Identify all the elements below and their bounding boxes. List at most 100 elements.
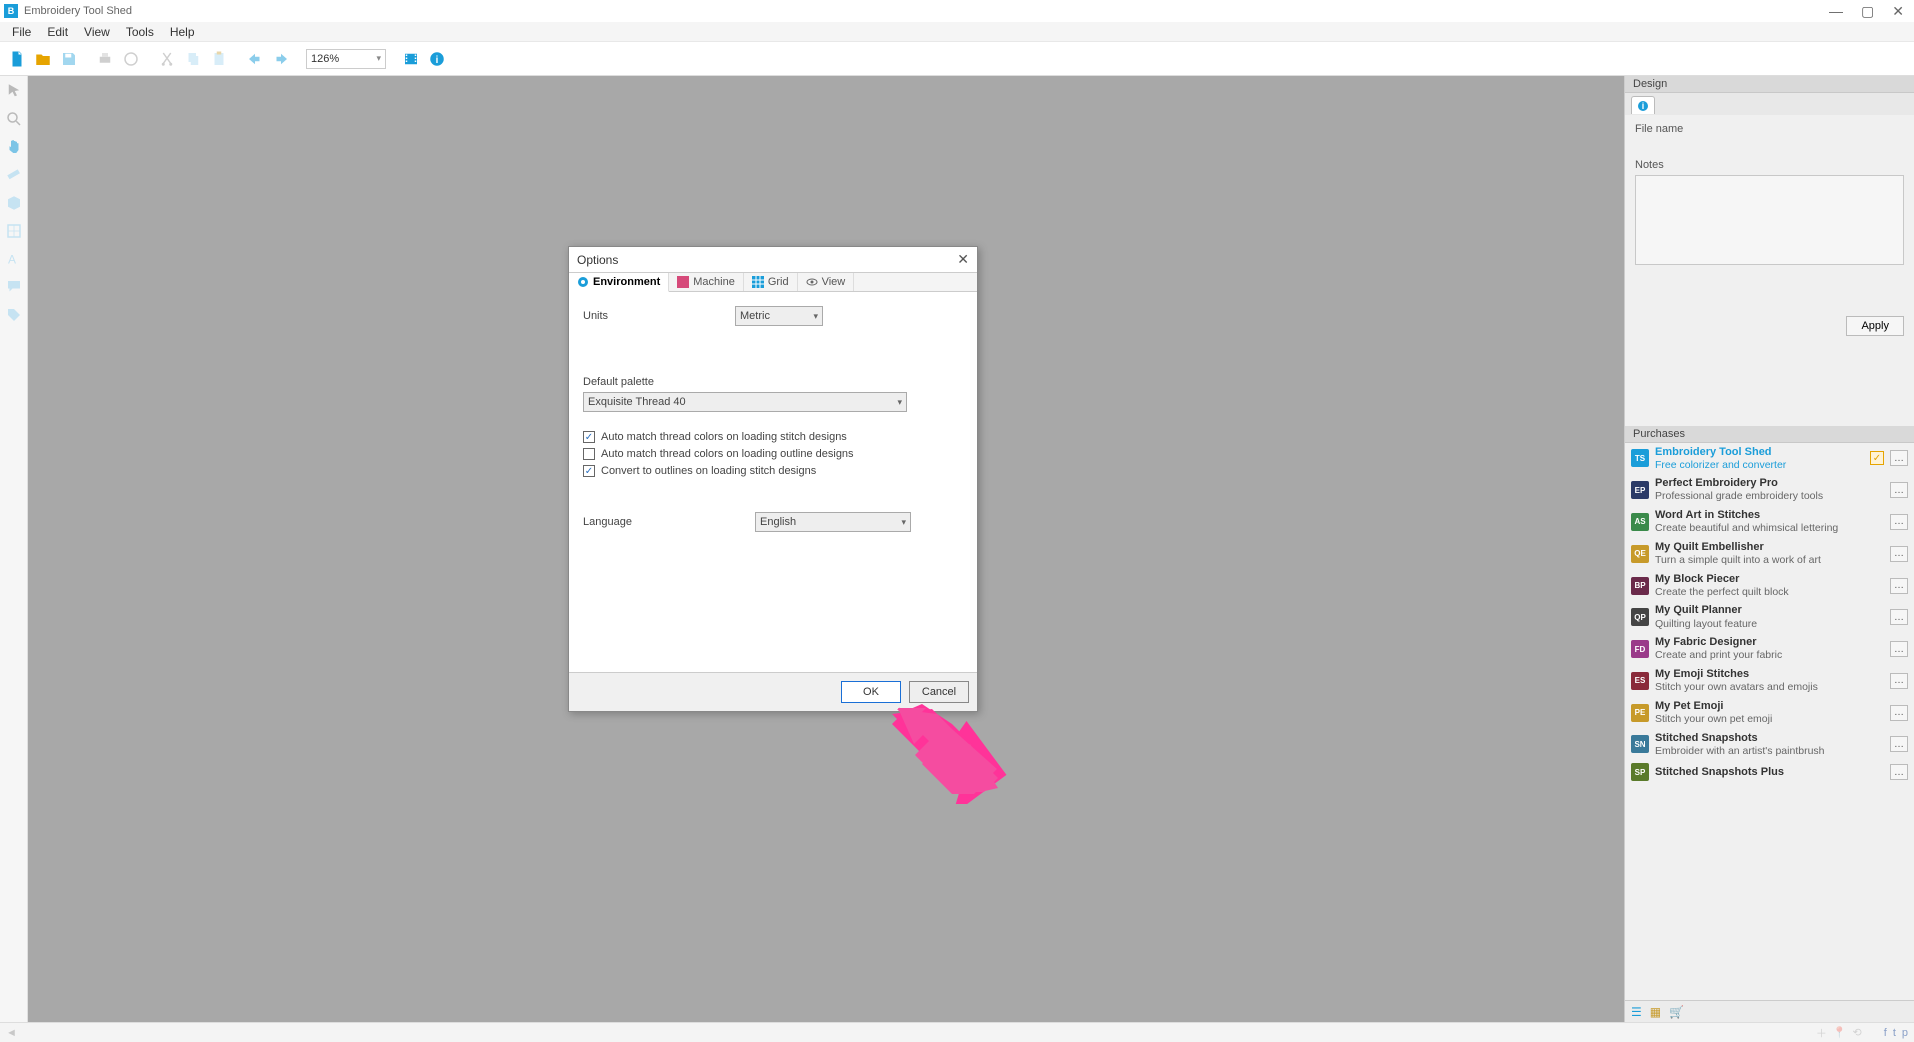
purchase-item[interactable]: QPMy Quilt PlannerQuilting layout featur… — [1625, 601, 1914, 633]
purchase-more-button[interactable]: … — [1890, 705, 1908, 721]
window-close-icon[interactable]: ✕ — [1892, 3, 1904, 20]
annotation-arrow-icon — [892, 704, 1012, 804]
purchase-item[interactable]: QEMy Quilt EmbellisherTurn a simple quil… — [1625, 538, 1914, 570]
purchase-title: Perfect Embroidery Pro — [1655, 477, 1884, 490]
purchase-icon: SP — [1631, 763, 1649, 781]
purchase-item[interactable]: BPMy Block PiecerCreate the perfect quil… — [1625, 570, 1914, 602]
purchase-icon: FD — [1631, 640, 1649, 658]
language-select[interactable]: English — [755, 512, 911, 532]
purchase-title: Word Art in Stitches — [1655, 509, 1884, 522]
cancel-button[interactable]: Cancel — [909, 681, 969, 703]
purchase-desc: Create and print your fabric — [1655, 649, 1884, 662]
tab-environment[interactable]: Environment — [569, 273, 669, 292]
purchase-more-button[interactable]: … — [1890, 609, 1908, 625]
tab-view[interactable]: View — [798, 273, 855, 291]
film-icon[interactable] — [400, 48, 422, 70]
left-toolbar: A — [0, 76, 28, 1022]
purchases-list[interactable]: TSEmbroidery Tool ShedFree colorizer and… — [1625, 443, 1914, 1001]
grid-view-icon[interactable]: ▦ — [1650, 1005, 1661, 1019]
save-icon[interactable] — [58, 48, 80, 70]
purchase-more-button[interactable]: … — [1890, 450, 1908, 466]
purchase-text: Embroidery Tool ShedFree colorizer and c… — [1655, 446, 1864, 472]
zoom-icon[interactable] — [3, 108, 25, 130]
purchase-more-button[interactable]: … — [1890, 673, 1908, 689]
status-plus-icon[interactable]: ＋ — [1816, 1025, 1827, 1041]
ruler-icon[interactable] — [3, 164, 25, 186]
purchase-item[interactable]: ASWord Art in StitchesCreate beautiful a… — [1625, 506, 1914, 538]
tab-machine-label: Machine — [693, 276, 735, 288]
palette-select[interactable]: Exquisite Thread 40 — [583, 392, 907, 412]
purchase-item[interactable]: SPStitched Snapshots Plus✓… — [1625, 760, 1914, 784]
web-icon[interactable] — [120, 48, 142, 70]
paste-icon[interactable] — [208, 48, 230, 70]
units-select[interactable]: Metric — [735, 306, 823, 326]
facebook-icon[interactable]: f — [1884, 1027, 1887, 1039]
pan-icon[interactable] — [3, 136, 25, 158]
checkbox-auto-match-stitch[interactable]: ✓ — [583, 431, 595, 443]
menu-edit[interactable]: Edit — [39, 23, 76, 41]
purchase-item[interactable]: EPPerfect Embroidery ProProfessional gra… — [1625, 474, 1914, 506]
pointer-icon[interactable] — [3, 80, 25, 102]
purchase-item[interactable]: FDMy Fabric DesignerCreate and print you… — [1625, 633, 1914, 665]
apply-button[interactable]: Apply — [1846, 316, 1904, 336]
tab-machine[interactable]: Machine — [669, 273, 744, 291]
status-refresh-icon[interactable]: ⟲ — [1853, 1026, 1862, 1039]
chat-icon[interactable] — [3, 276, 25, 298]
cart-icon[interactable]: 🛒 — [1669, 1005, 1684, 1019]
redo-icon[interactable] — [270, 48, 292, 70]
menu-view[interactable]: View — [76, 23, 118, 41]
open-file-icon[interactable] — [32, 48, 54, 70]
palette-label: Default palette — [583, 376, 963, 388]
purchase-item[interactable]: PEMy Pet EmojiStitch your own pet emoji✓… — [1625, 697, 1914, 729]
notes-textarea[interactable] — [1635, 175, 1904, 265]
units-value: Metric — [740, 310, 770, 322]
language-value: English — [760, 516, 796, 528]
cube-icon[interactable] — [3, 192, 25, 214]
purchase-more-button[interactable]: … — [1890, 482, 1908, 498]
copy-icon[interactable] — [182, 48, 204, 70]
tab-grid-label: Grid — [768, 276, 789, 288]
purchase-item[interactable]: ESMy Emoji StitchesStitch your own avata… — [1625, 665, 1914, 697]
menu-tools[interactable]: Tools — [118, 23, 162, 41]
print-icon[interactable] — [94, 48, 116, 70]
zoom-value: 126% — [311, 53, 339, 65]
window-maximize-icon[interactable]: ▢ — [1861, 3, 1874, 20]
checkbox-auto-match-outline-label: Auto match thread colors on loading outl… — [601, 448, 854, 460]
checkbox-convert-outlines[interactable]: ✓ — [583, 465, 595, 477]
status-marker-icon[interactable]: 📍 — [1833, 1026, 1847, 1039]
new-file-icon[interactable] — [6, 48, 28, 70]
window-minimize-icon[interactable]: — — [1829, 3, 1843, 20]
purchase-more-button[interactable]: … — [1890, 736, 1908, 752]
undo-icon[interactable] — [244, 48, 266, 70]
checkbox-auto-match-outline[interactable] — [583, 448, 595, 460]
purchase-more-button[interactable]: … — [1890, 514, 1908, 530]
dialog-close-icon[interactable]: ✕ — [957, 251, 969, 268]
grid-icon[interactable] — [3, 220, 25, 242]
menu-file[interactable]: File — [4, 23, 39, 41]
purchase-item[interactable]: SNStitched SnapshotsEmbroider with an ar… — [1625, 729, 1914, 761]
purchase-more-button[interactable]: … — [1890, 641, 1908, 657]
cut-icon[interactable] — [156, 48, 178, 70]
tag-icon[interactable] — [3, 304, 25, 326]
info-icon[interactable]: i — [426, 48, 448, 70]
purchase-more-button[interactable]: … — [1890, 764, 1908, 780]
pinterest-icon[interactable]: p — [1902, 1027, 1908, 1039]
zoom-select[interactable]: 126% — [306, 49, 386, 69]
purchase-item[interactable]: TSEmbroidery Tool ShedFree colorizer and… — [1625, 443, 1914, 475]
twitter-icon[interactable]: t — [1893, 1027, 1896, 1039]
purchase-icon: QE — [1631, 545, 1649, 563]
ok-button[interactable]: OK — [841, 681, 901, 703]
text-icon[interactable]: A — [3, 248, 25, 270]
list-view-icon[interactable]: ☰ — [1631, 1005, 1642, 1019]
canvas-area[interactable]: Options ✕ Environment Machine Grid — [28, 76, 1624, 1022]
purchase-text: Stitched SnapshotsEmbroider with an arti… — [1655, 732, 1884, 758]
gear-icon — [577, 276, 589, 288]
design-info-tab[interactable]: i — [1631, 96, 1655, 114]
purchase-desc: Quilting layout feature — [1655, 618, 1884, 631]
purchase-more-button[interactable]: … — [1890, 578, 1908, 594]
tab-grid[interactable]: Grid — [744, 273, 798, 291]
status-arrow-left-icon[interactable]: ◄ — [6, 1027, 17, 1039]
menu-help[interactable]: Help — [162, 23, 203, 41]
purchase-title: My Block Piecer — [1655, 573, 1884, 586]
purchase-more-button[interactable]: … — [1890, 546, 1908, 562]
